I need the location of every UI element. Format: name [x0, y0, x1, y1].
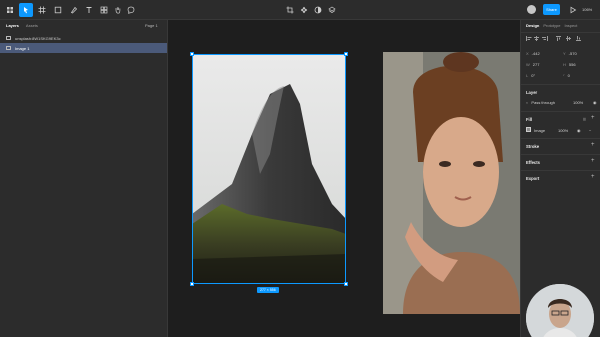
- height-field[interactable]: H 556: [563, 62, 576, 67]
- layers-stack-icon: [328, 6, 336, 14]
- crop-button[interactable]: [283, 3, 297, 17]
- divider: [521, 32, 600, 33]
- component-icon: [300, 6, 308, 14]
- stroke-section-title: Stroke: [526, 144, 540, 149]
- dimensions-badge: 277 × 556: [257, 287, 279, 293]
- mountain-image[interactable]: [192, 54, 346, 284]
- mountain-photo: [192, 54, 346, 284]
- rotation-field[interactable]: L 0°: [526, 73, 535, 78]
- play-icon: [570, 6, 577, 14]
- export-section-title: Export: [526, 176, 540, 181]
- blend-icon: ◐: [526, 100, 529, 105]
- fill-opacity-field[interactable]: 100%: [558, 128, 568, 133]
- menu-icon: [7, 7, 13, 13]
- x-label: X: [526, 51, 529, 56]
- tab-prototype[interactable]: Prototype: [543, 23, 560, 28]
- w-label: W: [526, 62, 530, 67]
- eye-icon[interactable]: ◉: [577, 128, 581, 133]
- eye-icon[interactable]: ◉: [593, 100, 597, 105]
- add-export-icon[interactable]: +: [591, 174, 595, 180]
- y-position-field[interactable]: Y -570: [563, 51, 577, 56]
- tab-design[interactable]: Design: [526, 23, 539, 28]
- fill-section-title: Fill: [526, 117, 533, 122]
- layers-stack-button[interactable]: [325, 3, 339, 17]
- image-fill-swatch[interactable]: [526, 127, 531, 132]
- add-stroke-icon[interactable]: +: [591, 142, 595, 148]
- text-tool-button[interactable]: [82, 3, 96, 17]
- pen-tool-button[interactable]: [67, 3, 81, 17]
- divider: [521, 111, 600, 112]
- move-icon: [24, 7, 28, 14]
- comment-tool-button[interactable]: [124, 3, 138, 17]
- component-button[interactable]: [297, 3, 311, 17]
- layer-row-selected[interactable]: Image 1: [0, 43, 167, 53]
- comment-icon: [127, 6, 135, 14]
- layer-section-title: Layer: [526, 90, 538, 95]
- shape-tool-button[interactable]: [51, 3, 65, 17]
- layer-row[interactable]: unsplash:8W1SKG9EK3c: [0, 33, 167, 43]
- text-icon: [86, 7, 92, 13]
- layers-panel: Layers Assets Page 1 unsplash:8W1SKG9EK3…: [0, 20, 168, 337]
- crop-icon: [286, 6, 294, 14]
- divider: [521, 138, 600, 139]
- y-value: -570: [568, 51, 577, 56]
- frame-icon: [38, 6, 46, 14]
- main-menu-button[interactable]: [3, 3, 17, 17]
- corner-radius-value: 0: [567, 73, 570, 78]
- divider: [521, 154, 600, 155]
- resources-icon: [100, 6, 108, 14]
- width-field[interactable]: W 277: [526, 62, 539, 67]
- top-toolbar: Share 106%: [0, 0, 600, 20]
- rectangle-icon: [54, 6, 62, 14]
- effects-section-title: Effects: [526, 160, 540, 165]
- zoom-dropdown[interactable]: 106%: [582, 7, 592, 12]
- move-tool-button[interactable]: [19, 3, 33, 17]
- add-effect-icon[interactable]: +: [591, 158, 595, 164]
- corner-radius-icon: ◜: [563, 73, 565, 78]
- h-label: H: [563, 62, 566, 67]
- canvas[interactable]: 277 × 556: [168, 20, 520, 337]
- right-panel-tabs: Design Prototype Inspect: [526, 23, 577, 28]
- x-position-field[interactable]: X -442: [526, 51, 540, 56]
- contrast-icon: [314, 6, 322, 14]
- layer-name: Image 1: [15, 45, 30, 51]
- x-value: -442: [531, 51, 540, 56]
- blend-mode-value: Pass through: [531, 100, 555, 105]
- y-label: Y: [563, 51, 566, 56]
- blend-mode-dropdown[interactable]: ◐ Pass through: [526, 100, 555, 105]
- rotation-label: L: [526, 73, 529, 78]
- style-grid-icon[interactable]: ⠿: [583, 117, 586, 122]
- w-value: 277: [532, 62, 540, 67]
- layer-opacity-field[interactable]: 100%: [573, 100, 583, 105]
- page-selector[interactable]: Page 1: [145, 23, 158, 28]
- portrait-image[interactable]: [383, 52, 520, 314]
- image-layer-icon: [6, 36, 11, 40]
- hand-icon: [115, 7, 121, 14]
- remove-fill-icon[interactable]: −: [589, 128, 591, 133]
- fill-type-label[interactable]: Image: [534, 128, 545, 133]
- resources-button[interactable]: [97, 3, 111, 17]
- rotation-value: 0°: [531, 73, 536, 78]
- portrait-photo: [383, 52, 520, 314]
- image-layer-icon: [6, 46, 11, 50]
- layer-name: unsplash:8W1SKG9EK3c: [15, 35, 61, 41]
- tab-assets[interactable]: Assets: [26, 23, 38, 28]
- divider: [521, 170, 600, 171]
- user-avatar[interactable]: [527, 5, 536, 14]
- divider: [521, 84, 600, 85]
- frame-tool-button[interactable]: [35, 3, 49, 17]
- left-panel-tabs: Layers Assets: [6, 23, 38, 28]
- contrast-button[interactable]: [311, 3, 325, 17]
- present-button[interactable]: [566, 3, 580, 17]
- corner-radius-field[interactable]: ◜ 0: [563, 73, 570, 78]
- h-value: 556: [568, 62, 576, 67]
- share-button[interactable]: Share: [543, 4, 560, 15]
- tab-layers[interactable]: Layers: [6, 23, 19, 28]
- align-icons[interactable]: [526, 36, 596, 41]
- hand-tool-button[interactable]: [111, 3, 125, 17]
- add-fill-icon[interactable]: +: [591, 115, 595, 121]
- pen-icon: [70, 6, 78, 14]
- tab-inspect[interactable]: Inspect: [564, 23, 577, 28]
